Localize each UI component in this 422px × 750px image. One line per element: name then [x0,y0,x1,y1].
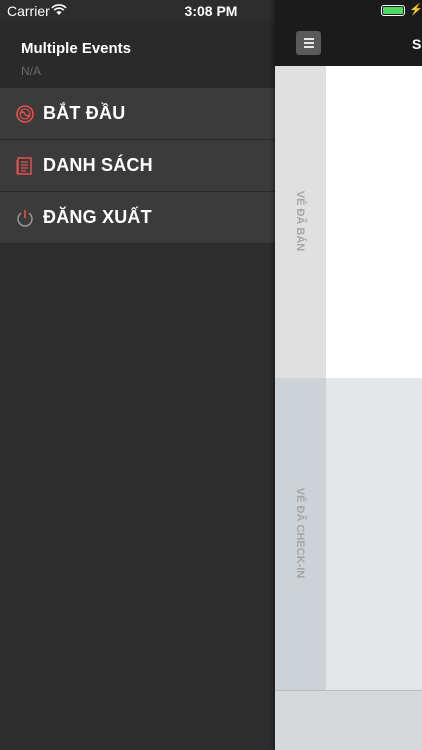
menu-item-label: ĐĂNG XUẤT [43,207,152,227]
side-menu: Multiple Events N/A BẮT ĐẦU DANH SÁCH ĐĂ… [0,0,275,750]
menu-item-label: DANH SÁCH [43,155,153,175]
menu-list: BẮT ĐẦU DANH SÁCH ĐĂNG XUẤT [0,88,275,244]
tickets-sold-label: VÉ ĐÃ BÁN [294,190,306,252]
charging-bolt-icon: ⚡ [409,4,422,16]
status-bar: Carrier 3:08 PM ⚡ [0,0,422,22]
hamburger-icon[interactable] [296,31,321,55]
tickets-checkin-tab[interactable]: VÉ ĐÃ CHECK-IN [275,378,326,690]
status-time: 3:08 PM [184,3,238,19]
bottom-bar [275,690,422,750]
menu-header: Multiple Events N/A [0,22,275,88]
menu-item-start[interactable]: BẮT ĐẦU [0,88,275,140]
app-subtitle: N/A [21,64,42,78]
power-icon [17,210,33,227]
tickets-checkin-panel: VÉ ĐÃ CHECK-IN [275,378,422,690]
start-icon [16,105,34,123]
battery-icon [381,5,405,16]
tickets-checkin-label: VÉ ĐÃ CHECK-IN [294,487,306,579]
list-icon [16,157,32,175]
app-title: Multiple Events [21,40,132,57]
menu-item-list[interactable]: DANH SÁCH [0,140,275,192]
tickets-sold-panel: VÉ ĐÃ BÁN [275,66,422,378]
menu-item-logout[interactable]: ĐĂNG XUẤT [0,192,275,244]
nav-title: Su [412,36,422,52]
menu-item-label: BẮT ĐẦU [43,103,126,123]
main-view[interactable]: Su VÉ ĐÃ BÁN VÉ ĐÃ CHECK-IN [275,0,422,750]
tickets-sold-tab[interactable]: VÉ ĐÃ BÁN [275,66,326,378]
